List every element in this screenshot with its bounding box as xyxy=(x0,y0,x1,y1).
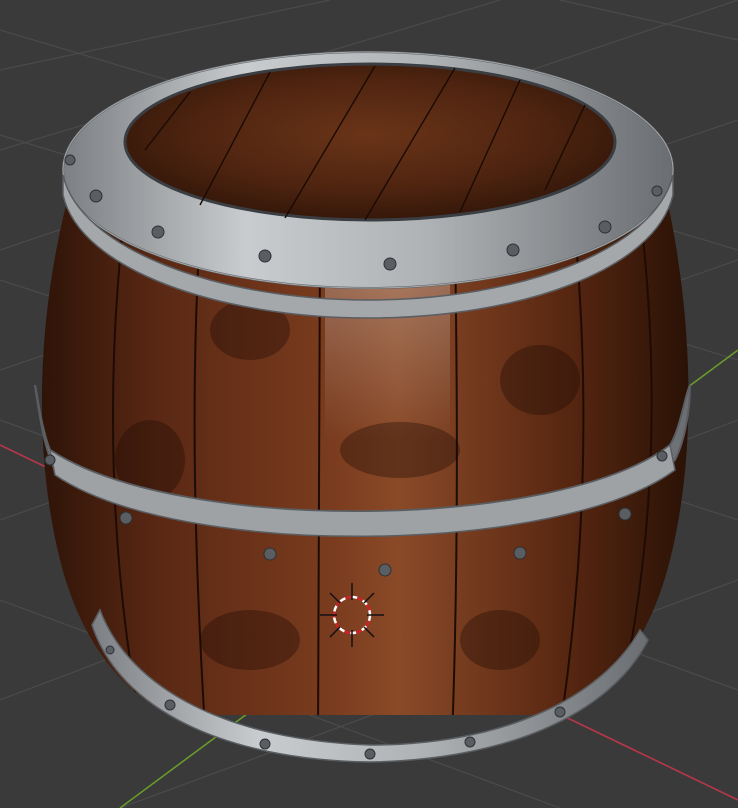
viewport-canvas[interactable] xyxy=(0,0,738,808)
3d-viewport[interactable] xyxy=(0,0,738,808)
barrel-lid xyxy=(123,62,617,222)
barrel[interactable] xyxy=(34,51,691,763)
